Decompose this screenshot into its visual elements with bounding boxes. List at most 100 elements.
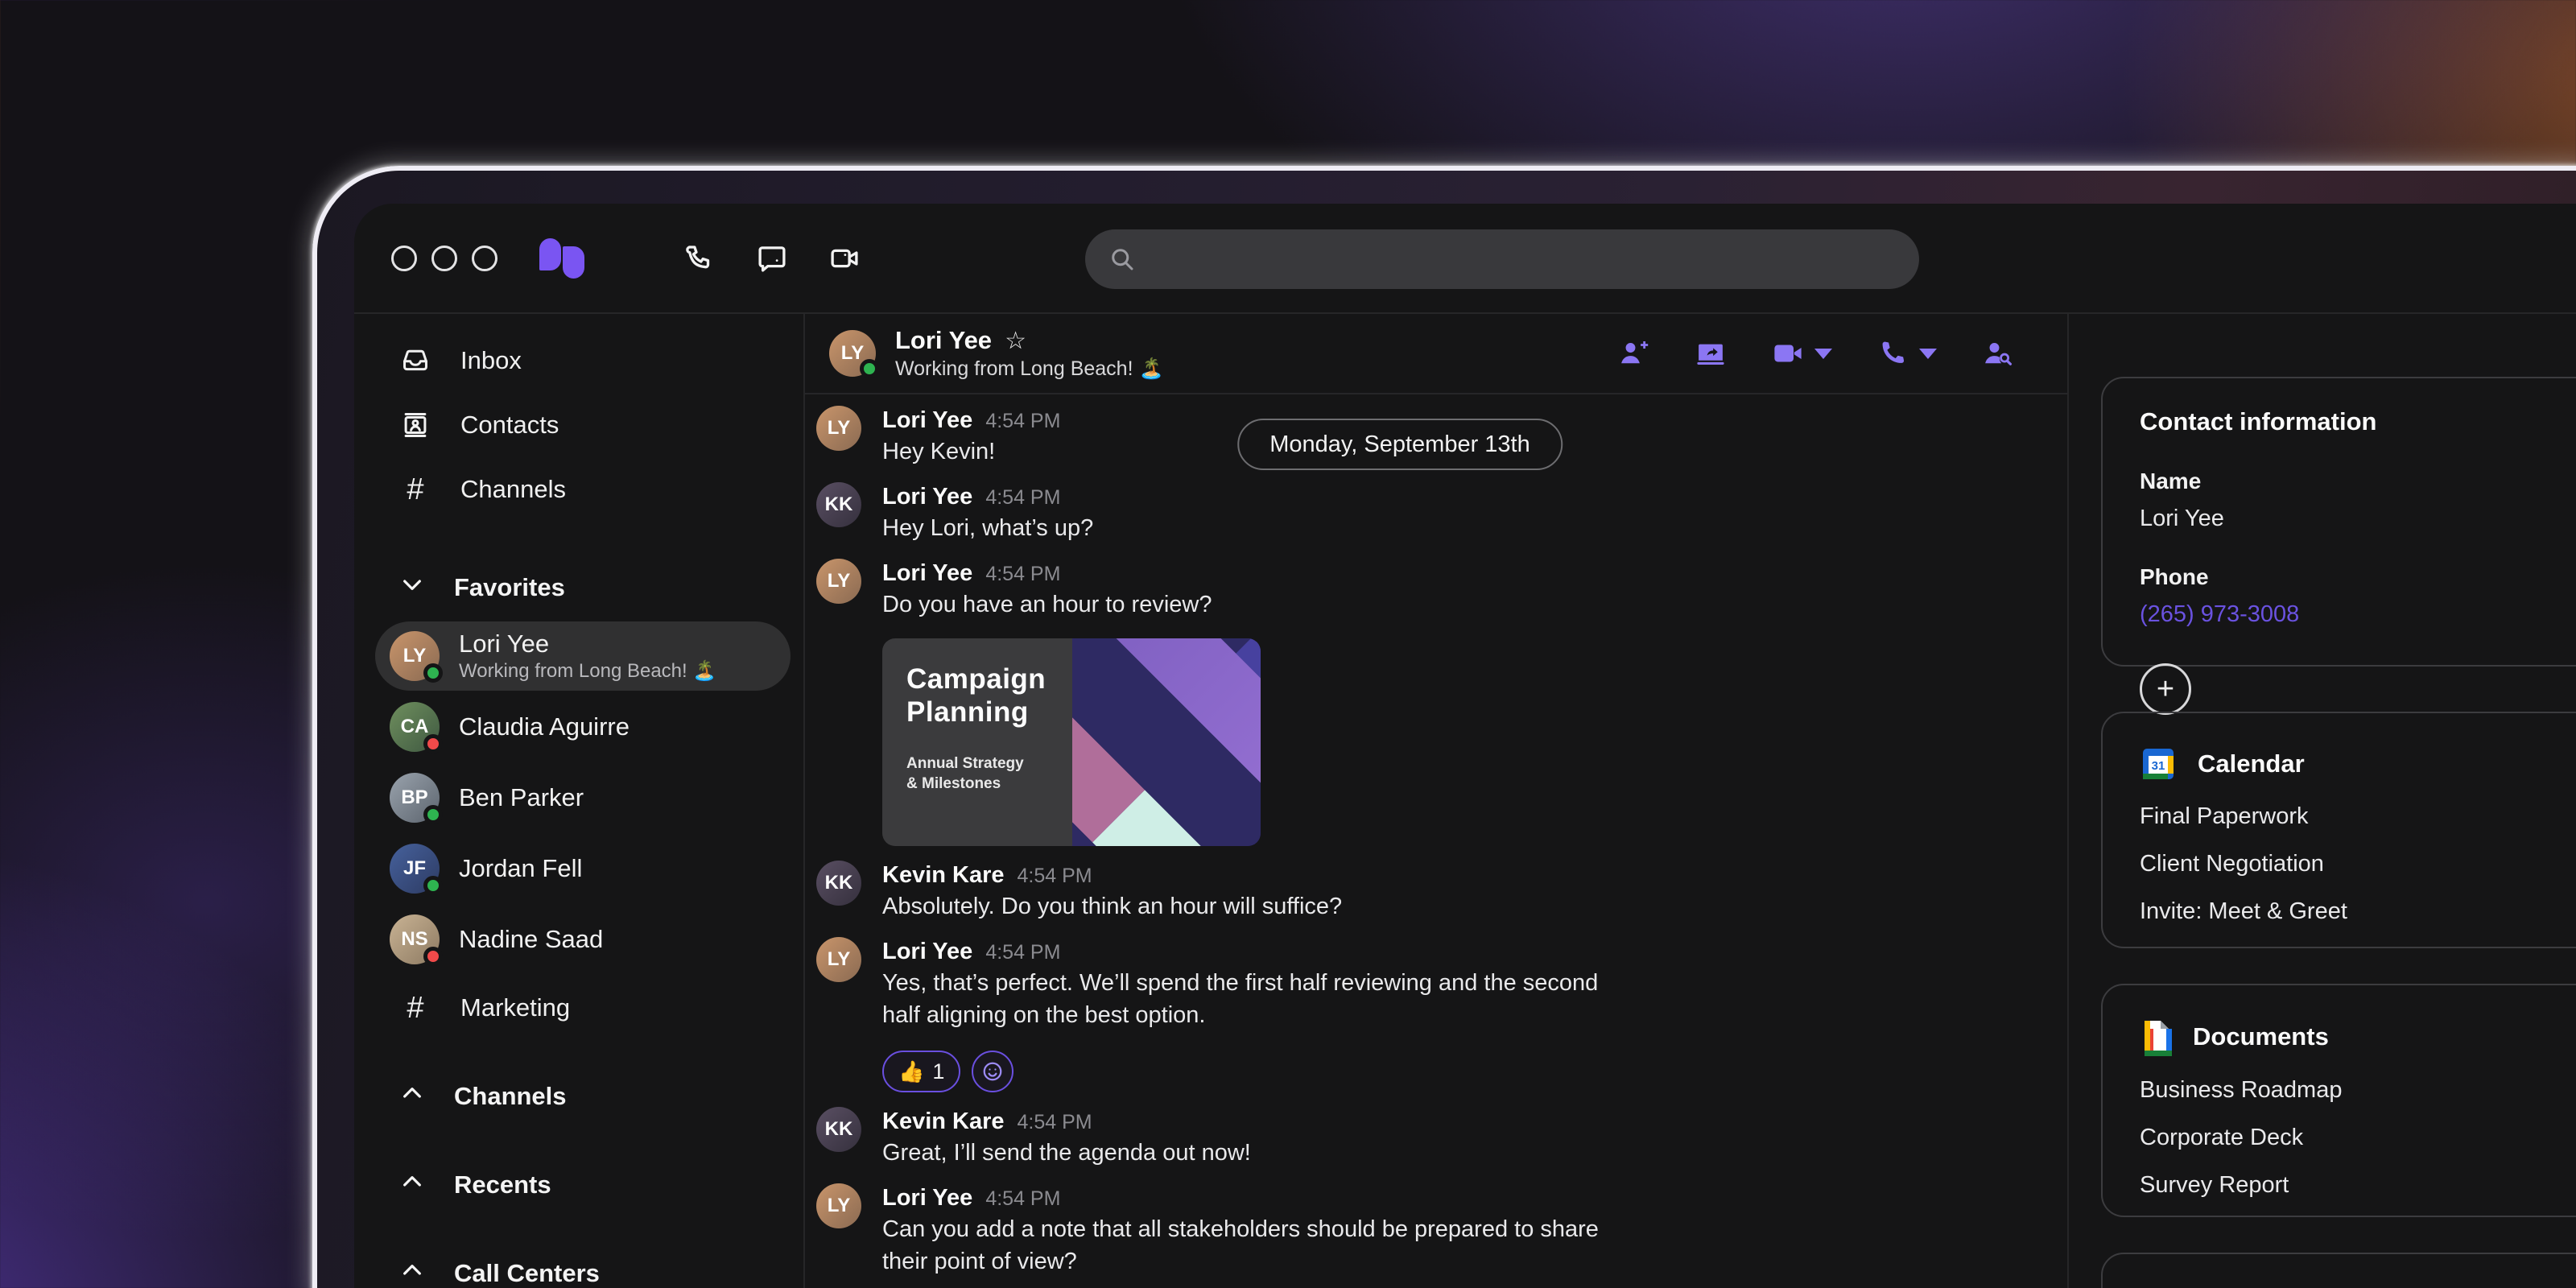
avatar: KK xyxy=(816,861,861,906)
message-time: 4:54 PM xyxy=(985,486,1061,509)
message-sender: Lori Yee xyxy=(882,560,973,586)
thumbs-up-emoji: 👍 xyxy=(898,1059,925,1084)
presence-dot-online xyxy=(423,805,443,824)
reaction-count: 1 xyxy=(932,1059,945,1084)
message-sender: Lori Yee xyxy=(882,939,973,964)
phone-icon[interactable] xyxy=(683,242,716,275)
presence-dot-online xyxy=(860,359,879,378)
sidebar-item-marketing[interactable]: # Marketing xyxy=(354,976,803,1040)
call-button[interactable] xyxy=(1876,336,1937,370)
channels-section-header[interactable]: Channels xyxy=(354,1064,803,1129)
message-text: Do you have an hour to review? xyxy=(882,592,1212,617)
attachment-title: Campaign Planning xyxy=(906,663,1046,729)
avatar: BP xyxy=(390,773,443,824)
add-contact-detail-button[interactable]: + xyxy=(2140,663,2191,715)
attachment-artwork xyxy=(882,638,1261,846)
attachment-subtitle: & Milestones xyxy=(906,775,1001,793)
chat-panel: LY Lori Yee ☆ Working from Long Beach! 🏝… xyxy=(805,314,2069,1288)
contact-row-nadine-saad[interactable]: NS Nadine Saad xyxy=(375,905,791,974)
sidebar-item-channels[interactable]: # Channels xyxy=(354,457,803,522)
contact-row-lori-yee[interactable]: LY Lori Yee Working from Long Beach! 🏝️ xyxy=(375,621,791,691)
message: KK Kevin Kare 4:54 PM Great, I’ll send t… xyxy=(816,1107,2067,1169)
window-close-button[interactable] xyxy=(391,245,417,271)
app-window: Inbox Contacts # Channels Favorites LY L… xyxy=(354,204,2576,1288)
sidebar-item-inbox[interactable]: Inbox xyxy=(354,328,803,393)
chevron-up-icon xyxy=(399,1080,425,1113)
name-value: Lori Yee xyxy=(2140,506,2224,531)
window-minimize-button[interactable] xyxy=(431,245,457,271)
google-docs-icon xyxy=(2145,1021,2172,1056)
hash-icon: # xyxy=(407,991,424,1025)
sidebar-item-label: Inbox xyxy=(460,346,522,374)
section-label: Call Centers xyxy=(454,1259,600,1287)
favorites-section-header[interactable]: Favorites xyxy=(354,555,803,620)
contact-name: Jordan Fell xyxy=(459,854,583,883)
message: LY Lori Yee 4:54 PM Do you have an hour … xyxy=(816,559,2067,846)
message-text: Can you add a note that all stakeholders… xyxy=(882,1216,1599,1274)
add-reaction-button[interactable] xyxy=(972,1051,1014,1092)
avatar: LY xyxy=(829,330,879,378)
smiley-icon xyxy=(984,1062,1002,1081)
chevron-up-icon xyxy=(399,1257,425,1288)
presence-dot-busy xyxy=(423,947,443,966)
phone-label: Phone xyxy=(2140,564,2209,589)
hash-icon: # xyxy=(407,473,424,506)
search-icon xyxy=(1112,249,1133,270)
sidebar-item-contacts[interactable]: Contacts xyxy=(354,393,803,457)
global-search[interactable] xyxy=(1085,229,1919,289)
attachment-campaign-planning[interactable]: Campaign Planning Annual Strategy & Mile… xyxy=(882,638,1261,846)
document-item[interactable]: Business Roadmap Ju xyxy=(2140,1077,2576,1104)
message-time: 4:54 PM xyxy=(1017,865,1092,887)
contact-status: Working from Long Beach! 🏝️ xyxy=(459,660,717,683)
calendar-item[interactable]: Final Paperwork Ju xyxy=(2140,803,2576,830)
document-item[interactable]: Corporate Deck Ju xyxy=(2140,1125,2576,1151)
presence-dot-online xyxy=(423,876,443,895)
calendar-item[interactable]: Client Negotiation Ju xyxy=(2140,851,2576,877)
chevron-down-icon xyxy=(1919,348,1937,359)
screen-share-button[interactable] xyxy=(1694,336,1728,370)
next-card-partial xyxy=(2101,1253,2576,1288)
window-zoom-button[interactable] xyxy=(472,245,497,271)
dialpad-logo-icon xyxy=(539,237,589,279)
message-time: 4:54 PM xyxy=(985,1187,1061,1210)
document-item[interactable]: Survey Report Ju xyxy=(2140,1172,2576,1199)
chevron-down-icon xyxy=(399,572,425,604)
phone-link[interactable]: (265) 973-3008 xyxy=(2140,601,2576,628)
message-text: Hey Kevin! xyxy=(882,439,996,464)
documents-title: Documents xyxy=(2193,1022,2329,1051)
add-person-button[interactable] xyxy=(1616,336,1650,370)
contact-information-title: Contact information xyxy=(2140,407,2377,436)
video-call-button[interactable] xyxy=(1771,336,1832,370)
contact-name: Lori Yee xyxy=(459,629,550,658)
avatar: KK xyxy=(816,482,861,527)
avatar: KK xyxy=(816,1107,861,1152)
favorite-star-icon[interactable]: ☆ xyxy=(1005,327,1026,355)
search-person-button[interactable] xyxy=(1980,336,2014,370)
chevron-up-icon xyxy=(399,1169,425,1201)
avatar: LY xyxy=(816,937,861,982)
message-time: 4:54 PM xyxy=(985,410,1061,432)
message-text: Absolutely. Do you think an hour will su… xyxy=(882,894,1343,919)
avatar: LY xyxy=(816,559,861,604)
section-label: Recents xyxy=(454,1170,551,1199)
message: KK Kevin Kare 4:54 PM Absolutely. Do you… xyxy=(816,861,2067,923)
video-icon[interactable] xyxy=(828,242,861,275)
recents-section-header[interactable]: Recents xyxy=(354,1153,803,1217)
message-sender: Lori Yee xyxy=(882,407,973,433)
contact-row-claudia-aguirre[interactable]: CA Claudia Aguirre xyxy=(375,692,791,762)
contacts-icon xyxy=(399,409,431,441)
favorites-section-label: Favorites xyxy=(454,573,565,601)
contact-row-ben-parker[interactable]: BP Ben Parker xyxy=(375,763,791,832)
contact-row-jordan-fell[interactable]: JF Jordan Fell xyxy=(375,834,791,903)
message-sender: Kevin Kare xyxy=(882,1108,1005,1134)
sidebar-item-label: Contacts xyxy=(460,411,559,439)
section-label: Channels xyxy=(454,1082,567,1110)
sidebar: Inbox Contacts # Channels Favorites LY L… xyxy=(354,314,805,1288)
reaction-thumbs-up[interactable]: 👍 1 xyxy=(882,1051,961,1092)
calendar-item[interactable]: Invite: Meet & Greet Ju xyxy=(2140,898,2576,925)
chat-contact-name: Lori Yee xyxy=(895,326,993,354)
call-centers-section-header[interactable]: Call Centers xyxy=(354,1241,803,1288)
messages-icon[interactable] xyxy=(755,242,789,275)
search-input[interactable] xyxy=(1137,246,1919,273)
presence-dot-busy xyxy=(423,734,443,753)
